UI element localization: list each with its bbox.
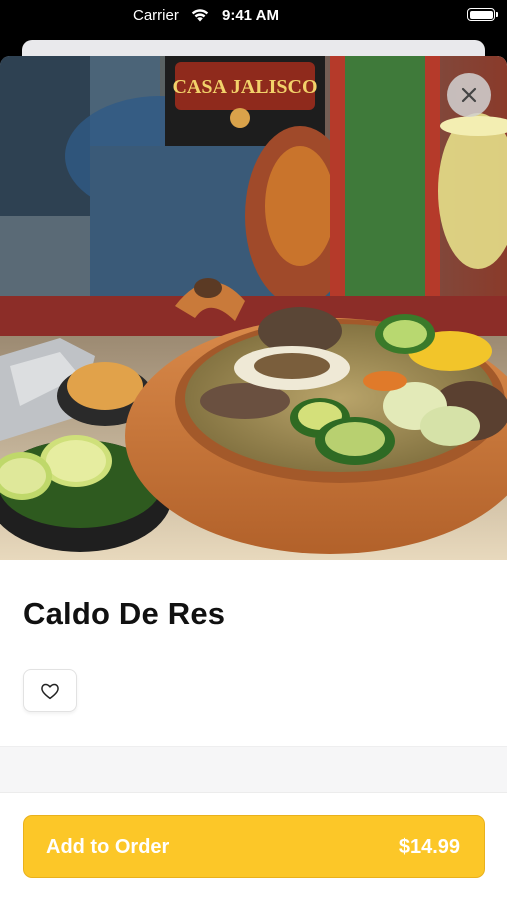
restaurant-logo-text: CASA JALISCO [172, 76, 317, 98]
item-title: Caldo De Res [23, 596, 226, 631]
close-icon [461, 87, 477, 103]
favorite-button[interactable] [23, 669, 77, 712]
status-bar: Carrier 9:41 AM [0, 0, 507, 30]
add-to-order-button[interactable]: Add to Order $14.99 [23, 815, 485, 878]
close-button[interactable] [447, 73, 491, 117]
battery-icon [467, 8, 495, 21]
heart-icon [41, 683, 59, 699]
section-divider [0, 746, 507, 793]
item-detail-sheet: CASA JALISCO Caldo De Res Add to Order $… [0, 56, 507, 900]
bottom-action-bar: Add to Order $14.99 [0, 792, 507, 900]
wifi-icon [191, 9, 209, 22]
carrier-label: Carrier [133, 7, 179, 24]
item-price: $14.99 [398, 836, 460, 858]
battery-cap [496, 12, 498, 17]
item-photo-illustration: CASA JALISCO [0, 56, 507, 560]
add-to-order-label: Add to Order [46, 836, 170, 858]
clock: 9:41 AM [222, 7, 279, 24]
item-photo: CASA JALISCO [0, 56, 507, 560]
